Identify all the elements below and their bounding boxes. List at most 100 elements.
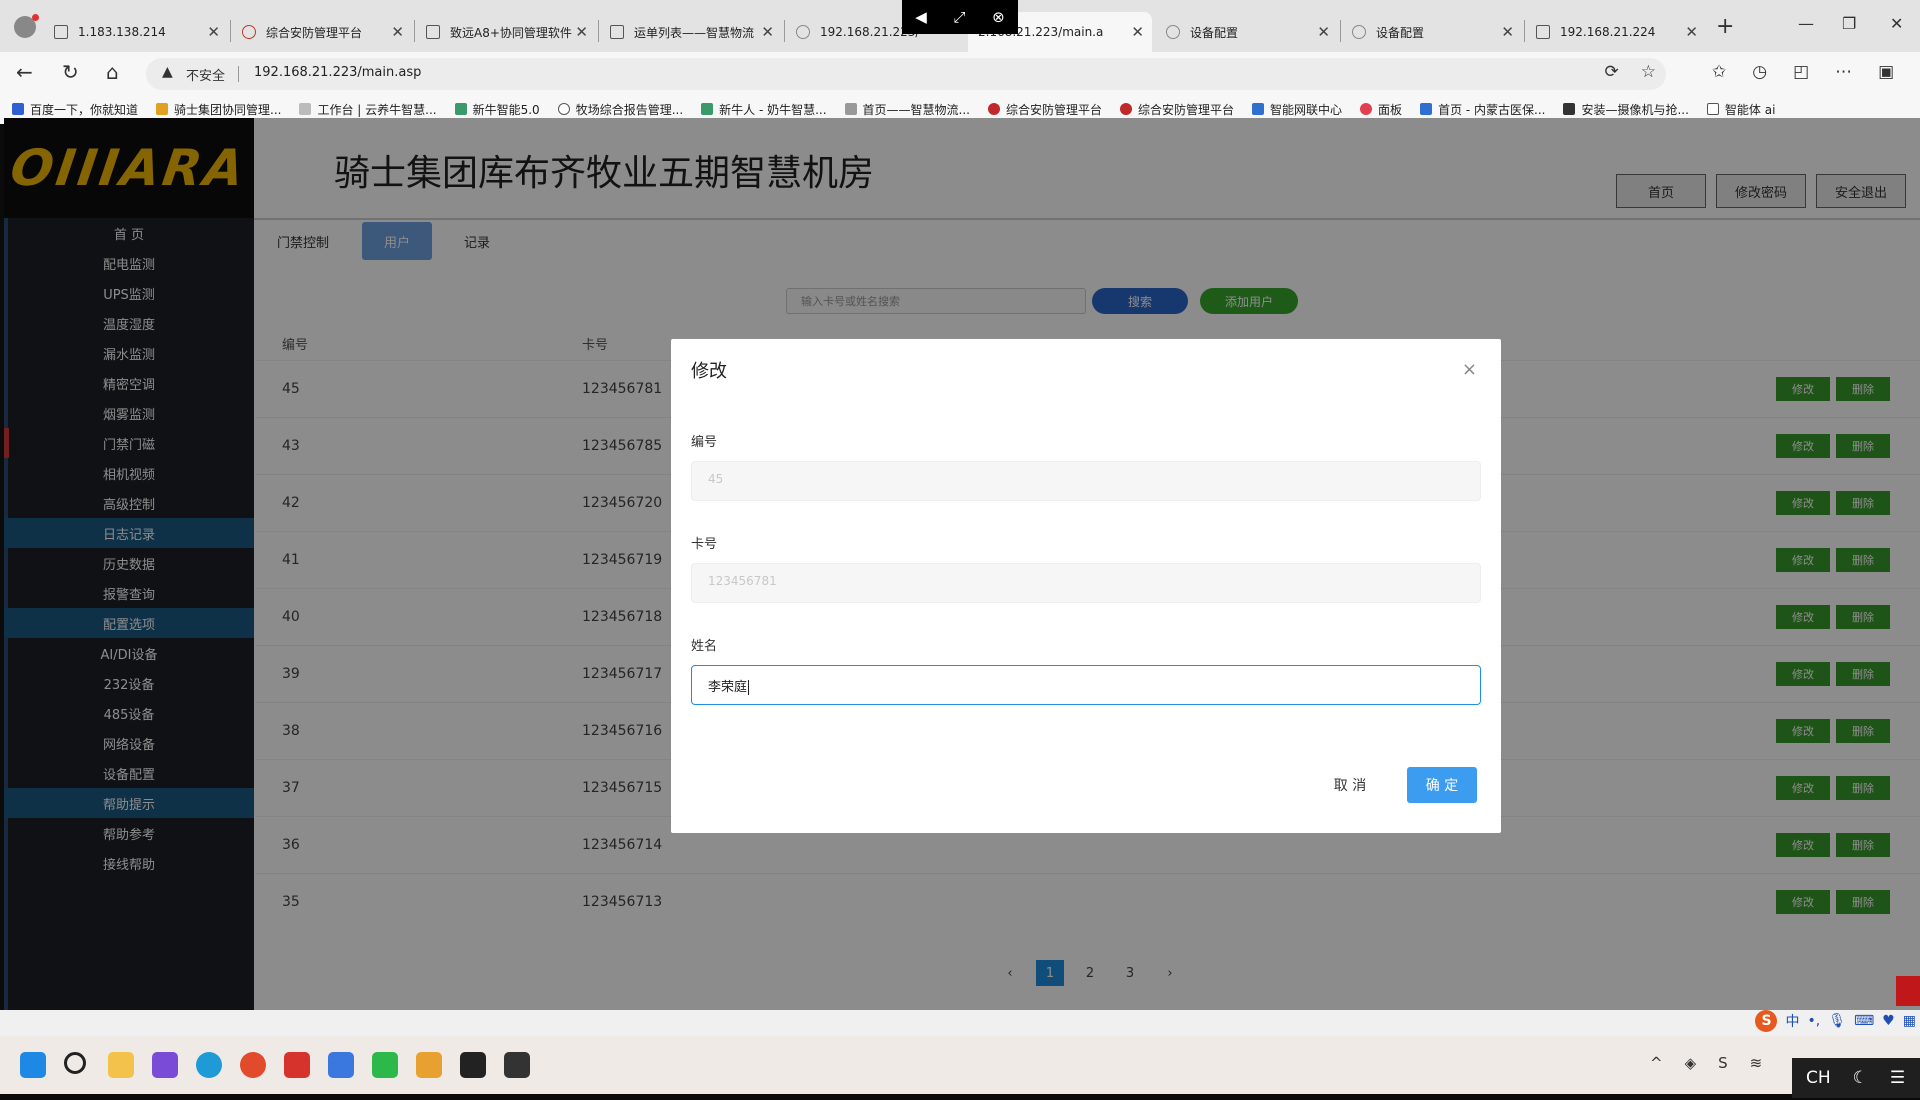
bookmark-icon [156,103,169,115]
extension-icon[interactable]: ◰ [1793,62,1809,82]
search-icon [1166,25,1180,39]
close-icon[interactable]: ✕ [207,23,220,41]
browser-tab[interactable]: 致远A8+协同管理软件 ✕ [416,12,596,52]
search-icon[interactable] [64,1052,86,1074]
binoculars-icon[interactable] [460,1052,486,1078]
browser-toolbar: ✩ ◷ ◰ ⋯ ▣ [1712,62,1894,82]
ime-language[interactable]: 中 [1785,1011,1799,1031]
window-close-icon[interactable]: ✕ [1890,14,1903,33]
profile-icon[interactable] [14,14,39,38]
browser-tab-bar: 1.183.138.214 ✕ 综合安防管理平台 ✕ 致远A8+协同管理软件 ✕ 运单… [0,0,1920,52]
bookmark[interactable]: 智能网联中心 [1252,101,1342,118]
refresh-icon[interactable]: ↻ [62,60,79,84]
confirm-button[interactable]: 确 定 [1407,767,1477,803]
bookmark-label: 综合安防管理平台 [1138,102,1235,117]
cancel-button[interactable]: 取 消 [1325,767,1375,803]
more-icon[interactable]: ⋯ [1835,62,1852,82]
bookmark[interactable]: 新牛智能5.0 [454,101,540,118]
back-icon[interactable]: ← [16,60,33,84]
close-icon[interactable]: ✕ [1131,23,1144,41]
close-icon[interactable]: ✕ [1317,23,1330,41]
new-tab-icon[interactable]: + [1716,14,1734,39]
text-cursor [748,680,750,695]
wechat-icon[interactable] [372,1052,398,1078]
bookmark[interactable]: 牧场综合报告管理... [557,101,683,118]
sidebar-icon[interactable]: ▣ [1878,62,1894,82]
browser-tab[interactable]: 设备配置 ✕ [1156,12,1338,52]
browser-tab[interactable]: 设备配置 ✕ [1342,12,1522,52]
close-icon[interactable]: ✕ [575,23,588,41]
bookmark[interactable]: 百度一下，你就知道 [12,101,138,118]
close-icon[interactable]: × [1462,359,1477,380]
page-icon [426,25,440,39]
page-icon [610,25,624,39]
bookmark[interactable]: 首页——智慧物流... [844,101,970,118]
remote-control-bar: ◀ ⤢ ⊗ [902,0,1018,34]
favorites-icon[interactable]: ✩ [1712,62,1726,82]
close-icon[interactable]: ✕ [1501,23,1514,41]
chevron-up-icon[interactable]: ^ [1650,1054,1663,1072]
bookmark-label: 新牛人 - 奶牛智慧... [719,102,827,117]
wps-icon[interactable] [284,1052,310,1078]
bookmark[interactable]: 骑士集团协同管理... [156,101,281,118]
ime-tray-icon[interactable]: S [1718,1054,1728,1072]
microphone-icon[interactable]: 🎙 [1828,1013,1846,1029]
history-icon[interactable]: ◷ [1752,62,1767,82]
close-icon[interactable]: ✕ [761,23,774,41]
wifi-icon[interactable]: ≋ [1750,1054,1763,1072]
app-icon[interactable] [416,1052,442,1078]
bookmark[interactable]: 首页 - 内蒙古医保... [1420,101,1545,118]
file-explorer-icon[interactable] [108,1052,134,1078]
page-icon [1536,25,1550,39]
fullscreen-icon[interactable]: ⤢ [953,8,965,26]
address-bar: ← ↻ ⌂ ▲ 不安全 192.168.21.223/main.asp ⟳ ☆ … [0,52,1920,94]
close-circle-icon[interactable]: ⊗ [992,8,1005,26]
language-indicator[interactable]: CH ☾ ☰ [1792,1058,1920,1098]
keyboard-icon[interactable]: ⌨ [1854,1013,1874,1029]
skin-icon[interactable]: ♥ [1882,1013,1895,1029]
bookmark[interactable]: 综合安防管理平台 [988,101,1102,118]
restore-icon[interactable]: ❐ [1842,14,1856,33]
network-icon[interactable]: ◈ [1685,1054,1697,1072]
close-icon[interactable]: ✕ [1685,23,1698,41]
browser-tab[interactable]: 1.183.138.214 ✕ [44,12,228,52]
field-label-card: 卡号 [691,537,718,552]
windows-start-icon[interactable] [20,1052,46,1078]
bookmark-icon [988,103,1000,115]
grid-icon[interactable]: ▦ [1903,1013,1916,1029]
url-text[interactable]: 192.168.21.223/main.asp [254,65,421,80]
bookmark-label: 面板 [1378,102,1403,117]
bookmark[interactable]: 新牛人 - 奶牛智慧... [701,101,827,118]
minimize-icon[interactable]: — [1798,14,1814,33]
browser-tab[interactable]: 运单列表——智慧物流 ✕ [600,12,782,52]
bookmark-icon [12,103,24,115]
chrome-icon[interactable] [240,1052,266,1078]
snipping-tool-icon[interactable] [152,1052,178,1078]
bookmark-icon [1120,103,1133,115]
bookmark[interactable]: 安装—摄像机与抢... [1563,101,1689,118]
home-icon[interactable]: ⌂ [106,60,119,84]
edge-icon[interactable] [196,1052,222,1078]
star-icon[interactable]: ☆ [1641,62,1656,82]
url-actions: ⟳ ☆ [1605,62,1657,82]
name-field[interactable]: 李荣庭 [691,665,1481,705]
translate-icon[interactable]: ⟳ [1605,62,1619,82]
side-tool-icon[interactable] [1896,976,1920,1006]
status-strip: S 中 •, 🎙 ⌨ ♥ ▦ [0,1010,1920,1036]
url-box[interactable]: ▲ 不安全 192.168.21.223/main.asp ⟳ ☆ [146,58,1666,90]
bookmark[interactable]: 综合安防管理平台 [1120,101,1234,118]
feishu-icon[interactable] [328,1052,354,1078]
browser-tab[interactable]: 综合安防管理平台 ✕ [232,12,412,52]
terminal-icon[interactable] [504,1052,530,1078]
bookmark-icon [701,103,714,115]
bookmark[interactable]: 面板 [1360,101,1402,118]
browser-tab[interactable]: 192.168.21.224 ✕ [1526,12,1706,52]
bookmark[interactable]: 工作台 | 云养牛智慧... [299,101,437,118]
close-icon[interactable]: ✕ [391,23,404,41]
punctuation-icon[interactable]: •, [1807,1013,1820,1029]
tab-separator [784,20,785,42]
bookmark-label: 综合安防管理平台 [1006,102,1103,117]
play-icon[interactable]: ◀ [915,8,927,26]
ime-logo-icon[interactable]: S [1755,1010,1778,1032]
bookmark[interactable]: 智能体 ai [1706,101,1775,118]
